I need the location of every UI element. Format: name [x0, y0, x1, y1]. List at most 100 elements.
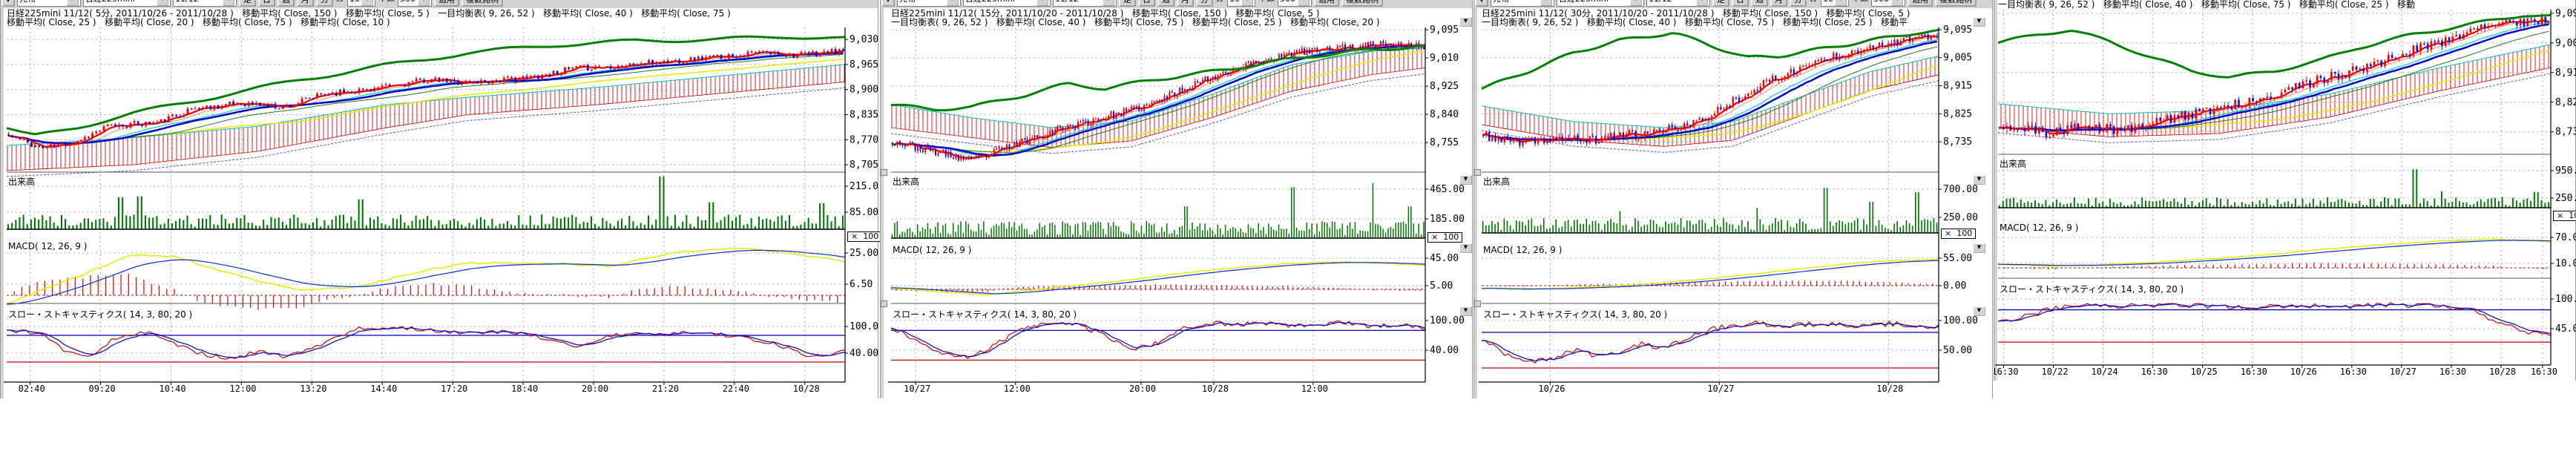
toolbar-dropdown[interactable]: 先物▼: [1491, 0, 1554, 7]
toolbar-button[interactable]: 週: [277, 0, 295, 7]
macd-axis-label: 70.00: [2555, 232, 2576, 243]
toolbar-button[interactable]: 分: [1196, 0, 1213, 7]
ma75-line: [2000, 50, 2549, 131]
pane-menu-button[interactable]: ▼: [1459, 306, 1472, 316]
toolbar-dropdown[interactable]: 日経225mini▼: [83, 0, 171, 7]
dropdown-arrow-icon[interactable]: ▼: [157, 0, 168, 6]
kijun-line: [1998, 73, 2551, 142]
ma40-line: [893, 47, 1425, 153]
pane-splitter-handle[interactable]: [881, 169, 887, 176]
toolbar-button[interactable]: ▼: [1, 0, 15, 7]
chart-window-chart-30min: ▼先物▼日経225mini▼11/12▼足日週月分分10▼本数300▼適用複数銘…: [1473, 0, 1993, 398]
toolbar-button[interactable]: 分: [316, 0, 333, 7]
toolbar-dropdown[interactable]: 11/12▼: [1646, 0, 1710, 7]
toolbar-button[interactable]: ▼: [881, 0, 895, 7]
price-axis-label: 8,925: [1430, 81, 1459, 92]
pane-menu-button[interactable]: ▼: [1973, 243, 1985, 253]
toolbar-dropdown[interactable]: 11/12▼: [173, 0, 237, 7]
price-axis-label: 8,915: [1943, 81, 1972, 92]
ma75-line: [893, 52, 1425, 152]
ichimoku-cloud: [891, 48, 1425, 148]
stoch-d-line: [1482, 323, 1939, 361]
toolbar-button[interactable]: 月: [1177, 0, 1194, 7]
toolbar-button[interactable]: 足: [1119, 0, 1136, 7]
time-axis-label: 20:00: [582, 384, 608, 394]
dropdown-arrow-icon[interactable]: ▼: [1036, 0, 1048, 6]
toolbar-button[interactable]: 分: [1790, 0, 1807, 7]
dropdown-arrow-icon[interactable]: ▼: [1241, 0, 1253, 6]
dropdown-arrow-icon[interactable]: ▼: [418, 0, 430, 6]
toolbar-dropdown[interactable]: 10▼: [347, 0, 375, 7]
dropdown-arrow-icon[interactable]: ▼: [1103, 0, 1114, 6]
toolbar-dropdown[interactable]: 11/12▼: [1053, 0, 1117, 7]
macd-line: [1482, 260, 1939, 289]
chart-window-chart-5min: ▼先物▼日経225mini▼11/12▼足日週月分分10▼本数300▼適用複数銘…: [0, 0, 878, 398]
price-axis-label: 8,835: [850, 110, 878, 121]
toolbar-button[interactable]: 月: [297, 0, 314, 7]
dropdown-arrow-icon[interactable]: ▼: [223, 0, 234, 6]
toolbar-dropdown[interactable]: 300▼: [1278, 0, 1312, 7]
dropdown-arrow-icon[interactable]: ▼: [1298, 0, 1310, 6]
dropdown-arrow-icon[interactable]: ▼: [67, 0, 79, 6]
ichimoku-cloud: [1998, 45, 2551, 137]
chart-title-line2: 一目均衡表( 9, 26, 52 ) 移動平均( Close, 40 ) 移動平…: [891, 18, 1425, 27]
toolbar-button[interactable]: 月: [1770, 0, 1787, 7]
volume-multiplier-badge: × 100: [2553, 211, 2576, 221]
dropdown-arrow-icon[interactable]: ▼: [361, 0, 373, 6]
toolbar-button[interactable]: 複数銘柄: [1341, 0, 1383, 7]
dropdown-arrow-icon[interactable]: ▼: [1630, 0, 1642, 6]
price-axis-label: 8,840: [1430, 109, 1459, 120]
toolbar-dropdown[interactable]: 日経225mini▼: [1557, 0, 1644, 7]
pane-menu-button[interactable]: ▼: [1459, 175, 1472, 185]
chart-title-line2: 移動平均( Close, 25 ) 移動平均( Close, 20 ) 移動平均…: [7, 18, 845, 27]
time-axis-label: 20:00: [1129, 384, 1156, 394]
dropdown-arrow-icon[interactable]: ▼: [947, 0, 959, 6]
toolbar-dropdown[interactable]: 10▼: [1821, 0, 1849, 7]
pane-menu-button[interactable]: ▼: [1459, 17, 1472, 27]
toolbar-dropdown[interactable]: 先物▼: [17, 0, 81, 7]
time-axis-label: 22:40: [723, 384, 749, 394]
pane-splitter-handle[interactable]: [1474, 169, 1481, 176]
toolbar-button[interactable]: 足: [239, 0, 256, 7]
price-axis-label: 8,965: [850, 59, 878, 70]
toolbar-button[interactable]: 日: [1138, 0, 1155, 7]
toolbar-button[interactable]: 適用: [1908, 0, 1933, 7]
stoch-k-line: [1482, 321, 1939, 364]
toolbar-button[interactable]: 週: [1751, 0, 1768, 7]
dropdown-arrow-icon[interactable]: ▼: [1891, 0, 1903, 6]
toolbar-button[interactable]: 複数銘柄: [461, 0, 503, 7]
toolbar-dropdown[interactable]: 300▼: [1871, 0, 1905, 7]
toolbar-dropdown[interactable]: 先物▼: [897, 0, 961, 7]
pane-menu-button[interactable]: ▼: [1973, 17, 1985, 27]
ma40-line: [9, 54, 844, 143]
toolbar-button[interactable]: 日: [1732, 0, 1749, 7]
toolbar-button[interactable]: 適用: [434, 0, 459, 7]
pane-menu-button[interactable]: ▼: [1973, 306, 1985, 316]
window-left-frame: [1474, 0, 1477, 398]
time-axis-label: 10/24: [2092, 366, 2118, 377]
dropdown-arrow-icon[interactable]: ▼: [1540, 0, 1552, 6]
pane-splitter-handle[interactable]: [1474, 300, 1481, 307]
dropdown-arrow-icon[interactable]: ▼: [1835, 0, 1847, 6]
pane-splitter-handle[interactable]: [881, 300, 887, 307]
pane-menu-button[interactable]: ▼: [1973, 175, 1985, 185]
macd-axis-label: 0.00: [1943, 280, 1966, 292]
toolbar-dropdown[interactable]: 300▼: [398, 0, 432, 7]
toolbar-dropdown[interactable]: 10▼: [1227, 0, 1255, 7]
pane-menu-button[interactable]: ▼: [1459, 243, 1472, 253]
toolbar-button[interactable]: 週: [1157, 0, 1174, 7]
ma20-line: [893, 45, 1425, 157]
time-axis-label: 12:00: [1301, 384, 1328, 394]
volume-axis-label: 250.00: [1943, 212, 1978, 223]
price-axis-label: 9,030: [850, 34, 878, 45]
toolbar-button[interactable]: ▼: [1475, 0, 1488, 7]
toolbar-button[interactable]: 複数銘柄: [1935, 0, 1977, 7]
dropdown-arrow-icon[interactable]: ▼: [1696, 0, 1708, 6]
toolbar-dropdown[interactable]: 日経225mini▼: [963, 0, 1051, 7]
toolbar-button[interactable]: 日: [258, 0, 275, 7]
chart-canvas: 9,0308,9658,9008,8358,7708,705215.0085.0…: [1, 0, 879, 398]
toolbar-button[interactable]: 適用: [1314, 0, 1339, 7]
toolbar-label: 本数: [378, 0, 395, 7]
toolbar-button[interactable]: 足: [1712, 0, 1729, 7]
stoch-axis-label: 100.00: [2555, 294, 2576, 305]
